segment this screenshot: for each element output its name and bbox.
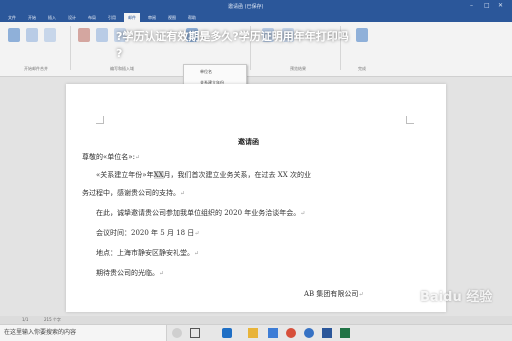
tab-layout[interactable]: 布局	[84, 13, 100, 22]
tab-view[interactable]: 视图	[164, 13, 180, 22]
tab-design[interactable]: 设计	[64, 13, 80, 22]
document-title: 邀请函	[238, 138, 259, 146]
tab-home[interactable]: 开始	[24, 13, 40, 22]
merge-field-year: «关系建立年份»年	[96, 171, 154, 179]
paragraph-1-text: 务过程中，感谢贵公司的支持。	[82, 189, 180, 197]
group-label-preview: 预览结果	[290, 66, 306, 71]
paragraph-1-text: 月，我们首次建立业务关系，在过去 XX 次的业	[163, 171, 311, 179]
caption-overlay: ?学历认证有效期是多久?学历证明用年年打印吗 ?	[116, 28, 349, 62]
group-divider	[70, 26, 71, 70]
file-explorer-icon[interactable]	[248, 328, 258, 338]
paragraph-mark: ↵	[194, 250, 200, 257]
finish-merge-button[interactable]	[356, 28, 368, 42]
select-recipients-button[interactable]	[26, 28, 38, 42]
paragraph-mark: ↵	[300, 210, 306, 217]
tab-references[interactable]: 引用	[104, 13, 120, 22]
meeting-time-text: 会议时间：2020 年 5 月 18 日	[96, 229, 195, 237]
watermark-text: Baidu 经验	[420, 290, 493, 305]
dropdown-item[interactable]: 单位名	[185, 67, 245, 76]
caption-line: ?	[116, 47, 123, 60]
paragraph-mark: ↵	[180, 190, 186, 197]
tab-insert[interactable]: 插入	[44, 13, 60, 22]
store-icon[interactable]	[268, 328, 278, 338]
edge-icon[interactable]	[222, 328, 232, 338]
taskbar-search[interactable]: 在这里输入你要搜索的内容	[0, 325, 167, 341]
chrome-icon[interactable]	[286, 328, 296, 338]
address-block-button[interactable]	[96, 28, 108, 42]
group-label-fields: 编写和插入域	[110, 66, 134, 71]
paragraph-1-line-2: 务过程中，感谢贵公司的支持。↵	[82, 189, 185, 198]
baidu-watermark: Baidu 经验	[420, 286, 504, 316]
signature-text: AB 集团有限公司	[304, 290, 359, 298]
paragraph-2: 在此，诚挚邀请贵公司参加我单位组织的 2020 年业务洽谈年会。↵	[96, 209, 305, 218]
task-view-icon[interactable]	[190, 328, 200, 338]
status-bar: 1/1 215 个字	[0, 316, 512, 324]
salutation-line: 尊敬的«单位名»:↵	[82, 153, 140, 162]
highlight-fields-button[interactable]	[78, 28, 90, 42]
crop-mark	[406, 116, 414, 124]
caption-line: ?学历认证有效期是多久?学历证明用年年打印吗	[116, 30, 349, 43]
group-label-finish: 完成	[358, 66, 366, 71]
merge-field-month-highlight: XX	[153, 171, 164, 179]
title-bar: 邀请函 (已保存) – □ ✕	[0, 0, 512, 12]
dropdown-item-label: 单位名	[200, 69, 212, 74]
paragraph-2-text: 在此，诚挚邀请贵公司参加我单位组织的 2020 年业务洽谈年会。	[96, 209, 301, 217]
taskbar: 在这里输入你要搜索的内容	[0, 324, 512, 341]
crop-mark	[96, 116, 104, 124]
paragraph-mark: ↵	[358, 291, 364, 298]
tab-review[interactable]: 审阅	[144, 13, 160, 22]
paragraph-mark: ↵	[194, 230, 200, 237]
word-window: 邀请函 (已保存) – □ ✕ 文件 开始 插入 设计 布局 引用 邮件 审阅 …	[0, 0, 512, 341]
tab-help[interactable]: 帮助	[184, 13, 200, 22]
signature-line: AB 集团有限公司↵	[304, 290, 363, 299]
location-text: 地点：上海市静安区静安礼堂。	[96, 249, 194, 257]
maximize-icon[interactable]: □	[484, 2, 490, 9]
browser-icon[interactable]	[304, 328, 314, 338]
excel-icon[interactable]	[340, 328, 350, 338]
closing-text: 期待贵公司的光临。	[96, 269, 159, 277]
paragraph-3: 会议时间：2020 年 5 月 18 日↵	[96, 229, 199, 238]
paragraph-4: 地点：上海市静安区静安礼堂。↵	[96, 249, 199, 258]
tab-file[interactable]: 文件	[4, 13, 20, 22]
cortana-icon[interactable]	[172, 328, 182, 338]
start-mail-merge-button[interactable]	[8, 28, 20, 42]
tab-mailings[interactable]: 邮件	[124, 13, 140, 22]
window-title: 邀请函 (已保存)	[228, 4, 264, 10]
paragraph-5: 期待贵公司的光临。↵	[96, 269, 164, 278]
edit-recipients-button[interactable]	[44, 28, 56, 42]
ribbon-tabs: 文件 开始 插入 设计 布局 引用 邮件 审阅 视图 帮助	[0, 12, 512, 22]
group-label-start: 开始邮件合并	[24, 66, 48, 71]
paragraph-mark: ↵	[134, 154, 140, 161]
salutation-text: 尊敬的«单位名»:	[82, 153, 135, 161]
minimize-icon[interactable]: –	[470, 2, 473, 9]
paragraph-1: «关系建立年份»年XX月，我们首次建立业务关系，在过去 XX 次的业	[96, 171, 311, 180]
close-icon[interactable]: ✕	[498, 2, 503, 9]
word-icon[interactable]	[322, 328, 332, 338]
search-placeholder: 在这里输入你要搜索的内容	[4, 329, 77, 336]
page-count[interactable]: 1/1	[22, 317, 28, 322]
paragraph-mark: ↵	[159, 270, 165, 277]
document-page[interactable]: 邀请函 尊敬的«单位名»:↵ «关系建立年份»年XX月，我们首次建立业务关系，在…	[66, 84, 446, 312]
word-count[interactable]: 215 个字	[44, 317, 61, 323]
